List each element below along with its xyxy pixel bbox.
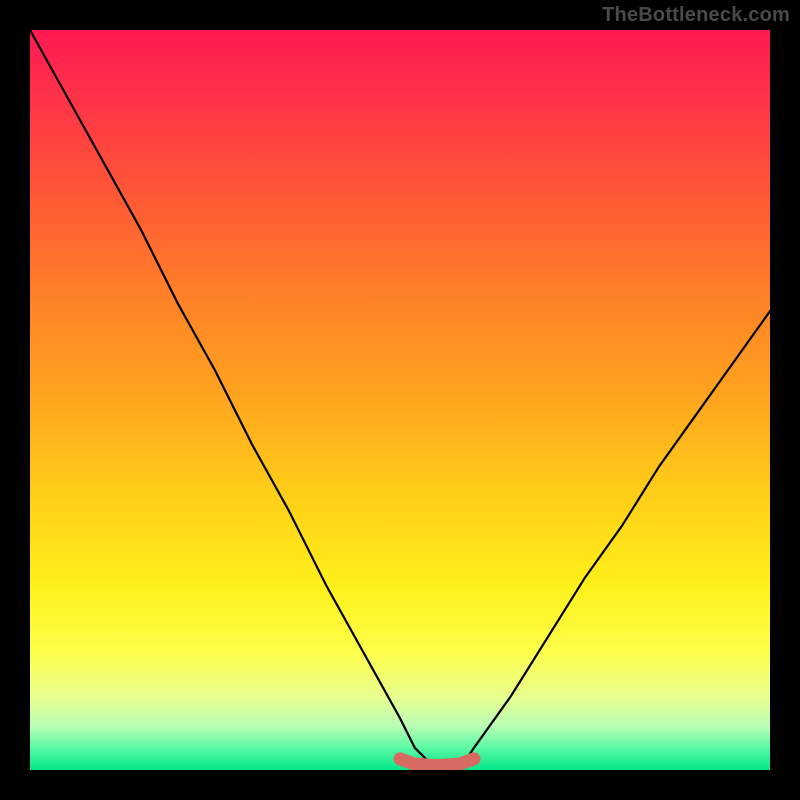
optimal-band-marker [400,759,474,766]
chart-frame: TheBottleneck.com [0,0,800,800]
bottleneck-curve-line [30,30,770,770]
bottleneck-chart-svg [30,30,770,770]
watermark-text: TheBottleneck.com [602,4,790,27]
plot-area [30,30,770,770]
